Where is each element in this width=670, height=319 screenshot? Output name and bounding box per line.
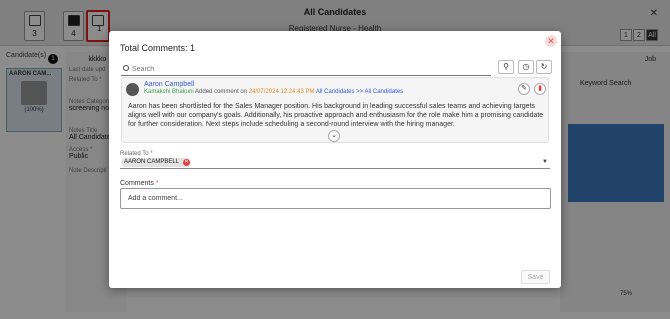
refresh-icon: ↻ <box>540 62 548 71</box>
avatar <box>126 83 139 96</box>
trash-icon: ▮ <box>538 85 542 92</box>
related-chip: AARON CAMPBELL ✕ <box>121 158 192 167</box>
dropdown-arrow-icon[interactable]: ▼ <box>542 159 548 165</box>
delete-comment-button[interactable]: ▮ <box>534 83 546 95</box>
filter-icon: ⚲ <box>503 62 509 71</box>
search-input[interactable] <box>132 64 482 75</box>
related-chip-label: AARON CAMPBELL <box>124 159 180 165</box>
related-to-select[interactable]: AARON CAMPBELL ✕ ▼ <box>120 158 550 169</box>
comments-label-text: Comments <box>120 180 154 187</box>
comments-modal: Total Comments: 1 ✕ ⚲ ◷ ↻ Aaron Campbell… <box>109 31 561 288</box>
search-icon <box>123 65 129 71</box>
expand-comment-button[interactable]: ⌄ <box>328 130 340 142</box>
filter-button[interactable]: ⚲ <box>498 60 514 74</box>
comment-input[interactable] <box>120 188 551 209</box>
history-button[interactable]: ◷ <box>518 60 534 74</box>
chevron-down-icon: ⌄ <box>331 132 337 139</box>
pencil-icon: ✎ <box>521 85 527 92</box>
comment-context-sep: >> <box>356 89 364 95</box>
required-marker: * <box>155 180 159 187</box>
comment-context-2[interactable]: All Candidates <box>365 89 404 95</box>
edit-comment-button[interactable]: ✎ <box>518 83 530 95</box>
comments-label: Comments * <box>120 180 159 187</box>
search-box <box>121 64 491 76</box>
comment-action: Added comment on <box>195 89 248 95</box>
save-button[interactable]: Save <box>521 270 550 284</box>
comment-context-1[interactable]: All Candidates <box>316 89 355 95</box>
close-icon[interactable]: ✕ <box>545 35 557 47</box>
commenter-name: Kamakshi Bhakuni <box>144 89 194 95</box>
related-to-label: Related To * <box>120 151 153 157</box>
remove-chip-icon[interactable]: ✕ <box>183 159 191 166</box>
comment-meta: Kamakshi Bhakuni Added comment on 24/07/… <box>144 89 403 95</box>
history-icon: ◷ <box>522 62 530 71</box>
comment-author[interactable]: Aaron Campbell <box>144 81 194 88</box>
comment-date: 24/07/2024 12:24:43 PM <box>248 89 315 95</box>
modal-title: Total Comments: 1 <box>120 43 196 53</box>
refresh-button[interactable]: ↻ <box>536 60 552 74</box>
